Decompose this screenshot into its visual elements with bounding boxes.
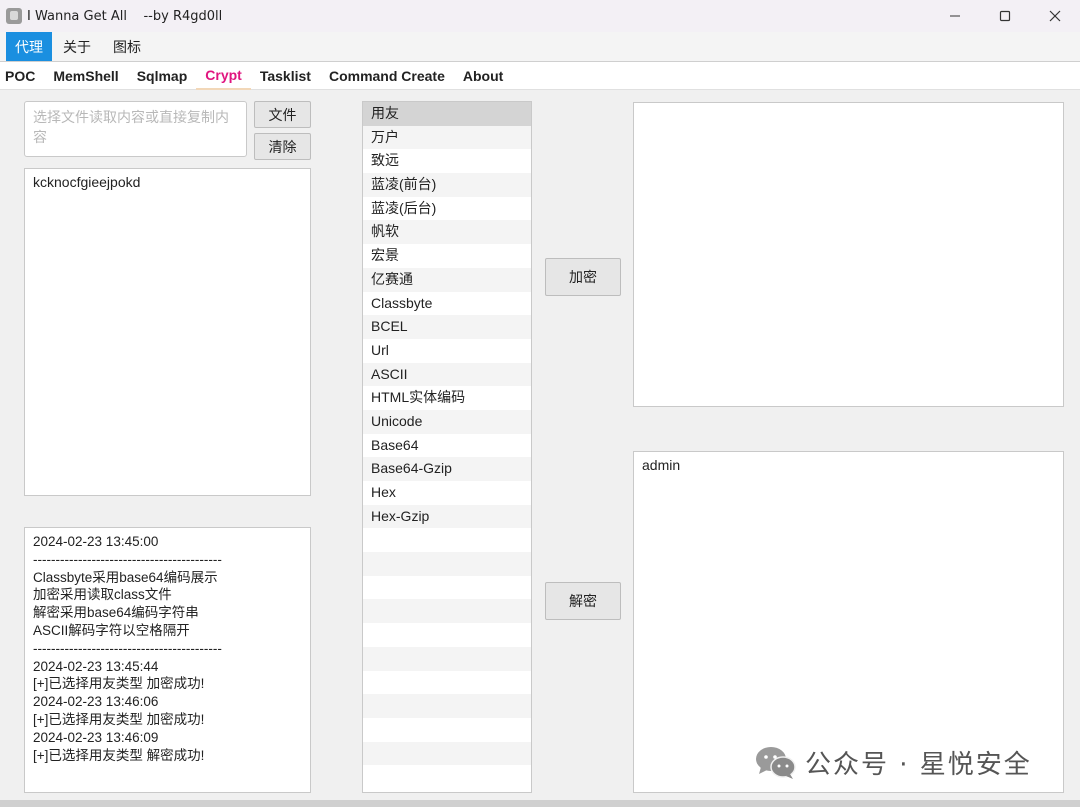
list-empty-row <box>363 528 531 552</box>
log-line: [+]已选择用友类型 加密成功! <box>33 676 205 692</box>
tab-bar: POC MemShell Sqlmap Crypt Tasklist Comma… <box>0 62 1080 90</box>
list-item[interactable]: Base64 <box>363 434 531 458</box>
title-bar: I Wanna Get All --by R4gd0ll <box>0 0 1080 32</box>
decrypt-output-textarea[interactable]: admin <box>633 451 1064 793</box>
log-line: 解密采用base64编码字符串 <box>33 605 199 621</box>
log-line: ----------------------------------------… <box>33 640 222 656</box>
tab-about[interactable]: About <box>454 62 512 90</box>
list-empty-row <box>363 718 531 742</box>
list-empty-row <box>363 552 531 576</box>
maximize-icon[interactable] <box>980 0 1030 32</box>
list-item[interactable]: Base64-Gzip <box>363 457 531 481</box>
minimize-icon[interactable] <box>930 0 980 32</box>
list-item[interactable]: 亿赛通 <box>363 267 531 292</box>
tab-crypt[interactable]: Crypt <box>196 62 251 90</box>
list-empty-row <box>363 576 531 600</box>
input-text: kcknocfgieejpokd <box>33 174 141 190</box>
log-line: 2024-02-23 13:45:44 <box>33 658 159 674</box>
list-empty-row <box>363 646 531 671</box>
tab-sqlmap[interactable]: Sqlmap <box>128 62 197 90</box>
log-textarea[interactable]: 2024-02-23 13:45:00 ---------------------… <box>24 527 311 793</box>
log-line: [+]已选择用友类型 解密成功! <box>33 747 205 763</box>
list-item[interactable]: Url <box>363 339 531 363</box>
file-path-input[interactable]: 选择文件读取内容或直接复制内容 <box>24 101 247 157</box>
log-line: 加密采用读取class文件 <box>33 587 172 603</box>
log-line: ASCII解码字符以空格隔开 <box>33 622 190 638</box>
list-item[interactable]: Classbyte <box>363 292 531 316</box>
log-line: 2024-02-23 13:46:06 <box>33 694 159 710</box>
menu-item-proxy[interactable]: 代理 <box>6 32 52 61</box>
list-item[interactable]: HTML实体编码 <box>363 386 531 410</box>
encrypt-button[interactable]: 加密 <box>545 258 621 296</box>
app-icon <box>6 8 22 24</box>
tab-memshell[interactable]: MemShell <box>44 62 127 90</box>
encrypt-output-textarea[interactable] <box>633 102 1064 407</box>
log-line: Classbyte采用base64编码展示 <box>33 569 218 585</box>
menu-bar: 代理 关于 图标 <box>0 32 1080 62</box>
list-empty-row <box>363 623 531 647</box>
clear-button[interactable]: 清除 <box>254 133 311 160</box>
list-item[interactable]: 用友 <box>363 102 531 126</box>
log-line: ----------------------------------------… <box>33 551 222 567</box>
window-controls <box>930 0 1080 32</box>
watermark: 公众号 · 星悦安全 <box>755 744 1032 781</box>
list-empty-row <box>363 599 531 624</box>
list-empty-row <box>363 741 531 766</box>
log-line: 2024-02-23 13:46:09 <box>33 729 159 745</box>
log-line: [+]已选择用友类型 加密成功! <box>33 711 205 727</box>
tab-command-create[interactable]: Command Create <box>320 62 454 90</box>
watermark-text: 公众号 · 星悦安全 <box>805 750 1032 780</box>
tab-tasklist[interactable]: Tasklist <box>251 62 320 90</box>
list-item[interactable]: 致远 <box>363 149 531 173</box>
window-bottom-edge <box>0 800 1080 807</box>
list-empty-row <box>363 694 531 718</box>
tab-poc[interactable]: POC <box>0 62 44 90</box>
list-item[interactable]: Hex-Gzip <box>363 504 531 529</box>
list-item[interactable]: 宏景 <box>363 244 531 268</box>
input-textarea[interactable]: kcknocfgieejpokd <box>24 168 311 496</box>
list-item[interactable]: 帆软 <box>363 220 531 245</box>
decrypt-output-text: admin <box>642 457 681 473</box>
list-empty-row <box>363 765 531 789</box>
list-item[interactable]: Unicode <box>363 409 531 434</box>
wechat-icon <box>755 745 797 781</box>
decrypt-button[interactable]: 解密 <box>545 582 621 620</box>
list-item[interactable]: 蓝凌(前台) <box>363 173 531 197</box>
list-item[interactable]: 蓝凌(后台) <box>363 197 531 221</box>
close-icon[interactable] <box>1030 0 1080 32</box>
menu-item-about[interactable]: 关于 <box>52 32 102 61</box>
file-path-placeholder: 选择文件读取内容或直接复制内容 <box>33 110 229 146</box>
file-button[interactable]: 文件 <box>254 101 311 128</box>
list-empty-row <box>363 671 531 695</box>
menu-item-icon[interactable]: 图标 <box>102 32 152 61</box>
list-item[interactable]: ASCII <box>363 362 531 387</box>
list-item[interactable]: Hex <box>363 481 531 505</box>
crypt-type-list[interactable]: 用友 万户 致远 蓝凌(前台) 蓝凌(后台) 帆软 宏景 亿赛通 Classbyte BCEL Ur… <box>362 101 532 793</box>
list-item[interactable]: BCEL <box>363 315 531 339</box>
list-item[interactable]: 万户 <box>363 125 531 150</box>
log-line: 2024-02-23 13:45:00 <box>33 534 159 549</box>
window-title: I Wanna Get All --by R4gd0ll <box>27 8 223 24</box>
